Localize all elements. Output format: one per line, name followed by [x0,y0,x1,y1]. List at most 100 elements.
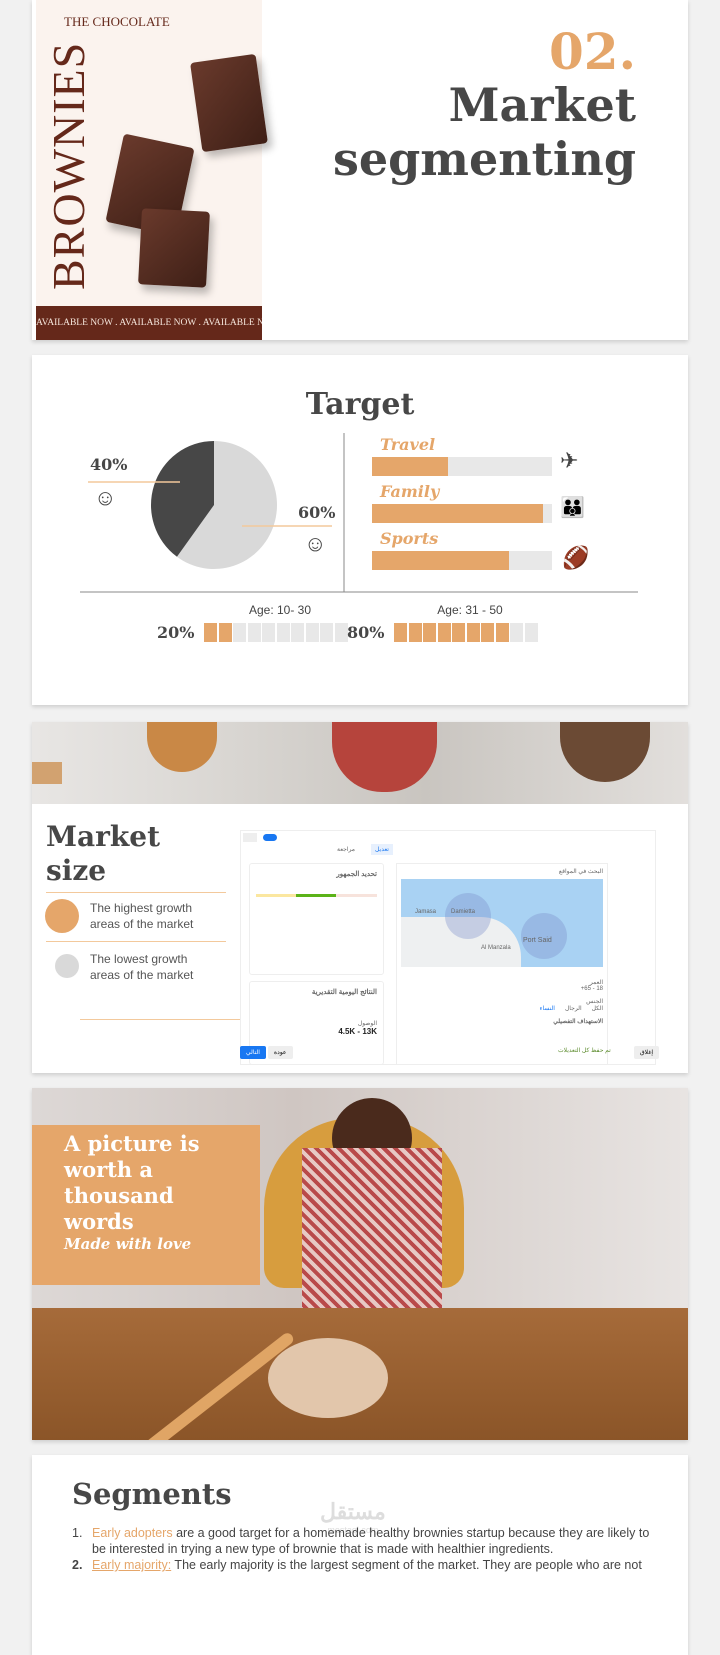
interest-label: Travel [380,435,436,454]
list-item: 1. Early adopters are a good target for a… [72,1525,658,1557]
gender-label: الجنس [586,999,603,1005]
section-number: 02. [549,22,636,81]
poster-title: BROWNIES [43,41,94,290]
lowest-growth-swatch [55,954,79,978]
woman-icon: ☺ [304,531,327,556]
title-line: segmenting [332,132,636,186]
quote-line: A picture is [64,1131,200,1156]
age-segment-bar [394,623,539,647]
gender-men[interactable]: الرجال [565,1005,582,1012]
target-chart [80,433,638,593]
title-line: Market [46,820,161,853]
tab-edit[interactable]: تعديل [371,844,393,855]
male-percent: 40% [90,455,128,474]
item-term: Early majority: [92,1558,172,1572]
slide-title: Market size [46,820,160,888]
age-segment [510,623,523,642]
age-segment [481,623,494,642]
detailed-targeting-label: الاستهداف التفصيلي [553,1019,603,1025]
location-panel: البحث في المواقع Damietta Port Said Al M… [396,863,608,1065]
map-label: Damietta [451,909,476,915]
slide-market-size: Market size The highest growth areas of … [32,722,688,1073]
item-text: are a good target for a homemade healthy… [92,1526,650,1556]
map-label: Port Said [523,937,552,944]
interest-bar [372,551,552,570]
interest-label: Sports [380,529,439,548]
age-value: 18 - 65+ [580,986,603,992]
close-button[interactable]: إغلاق [634,1046,660,1059]
divider [46,892,226,893]
legend-lowest: The lowest growth areas of the market [90,952,194,982]
item-number: 1. [72,1526,83,1540]
panel-title: تحديد الجمهور [336,871,377,878]
quote-line: worth a [64,1157,154,1182]
map-label: Al Manzala [481,945,511,951]
map[interactable]: Damietta Port Said Al Manzala Jamasa [401,879,603,967]
age-segment-bar [204,623,349,647]
highest-growth-swatch [45,899,79,933]
age-label: Age: 10- 30 [248,603,312,617]
reach-value: 4.5K - 13K [338,1027,377,1036]
ads-manager-screenshot: تعديل مراجعة تحديد الجمهور النتائج اليوم… [240,830,656,1065]
tab-review[interactable]: مراجعة [337,846,355,853]
interest-bar [372,457,552,476]
next-button[interactable]: التالي [240,1046,266,1059]
age-segment [452,623,465,642]
age-segment [437,623,451,642]
tagline: Made with love [64,1235,192,1253]
quote-line: words [64,1209,134,1234]
item-number: 2. [72,1558,83,1572]
slide-target: Target 40% ☺ 60% ☺ Travel Family Sports … [32,355,688,705]
reach-label: الوصول [357,1021,377,1027]
interest-bar [372,504,552,523]
list-item: 2. Early majority: The early majority is … [72,1557,658,1573]
audience-meter [256,894,377,897]
panel-title: النتائج اليومية التقديرية [311,989,377,996]
age-segment [276,623,290,642]
gender-all[interactable]: الكل [592,1005,603,1012]
pastry-photo [32,722,688,804]
age-segment [466,623,480,642]
segments-list: 1. Early adopters are a good target for a… [72,1525,658,1573]
football-icon: 🏈 [562,545,590,570]
poster-band: AVAILABLE NOW . AVAILABLE NOW . AVAILABL… [36,306,262,340]
divider [46,941,226,942]
age-segment [291,623,304,642]
slide-title: THE CHOCOLATE BROWNIES AVAILABLE NOW . A… [32,0,688,340]
age-segment [524,623,538,642]
legend-highest: The highest growth areas of the market [90,901,194,931]
age-segment [408,623,422,642]
item-term: Early adopters [92,1526,173,1540]
female-percent: 60% [298,503,336,522]
gender-pie [151,441,278,569]
age-label: العمر [589,980,603,986]
poster-subtitle: THE CHOCOLATE [64,14,170,29]
title-line: Market [448,78,636,132]
quote-line: thousand [64,1183,174,1208]
interest-bar-fill [372,551,509,570]
family-icon: 👪 [560,497,585,519]
item-text: The early majority is the largest segmen… [171,1558,642,1572]
age-segment [247,623,261,642]
age-segment [218,623,232,642]
age-segment [334,623,348,642]
age-segment [423,623,436,642]
age-percent: 80% [347,623,385,642]
gender-women[interactable]: النساء [540,1005,555,1012]
age-segment [305,623,319,642]
section-title: Market segmenting [333,78,636,186]
age-percent: 20% [157,623,195,642]
slide-segments: Segments مستقل mostaql.com 1. Early adopte… [32,1455,688,1655]
age-segment [394,623,407,642]
dough [268,1338,388,1418]
title-line: size [46,854,107,887]
location-search[interactable]: البحث في المواقع [401,868,603,875]
airplane-icon: ✈ [560,448,579,473]
quote-box: A picture is worth a thousand words Made… [32,1125,260,1285]
saved-status: تم حفظ كل التعديلات [558,1048,611,1054]
back-button[interactable]: عودة [268,1046,293,1059]
interest-bar-fill [372,457,448,476]
age-label: Age: 31 - 50 [437,603,503,617]
age-segment [262,623,275,642]
age-segment [495,623,509,642]
